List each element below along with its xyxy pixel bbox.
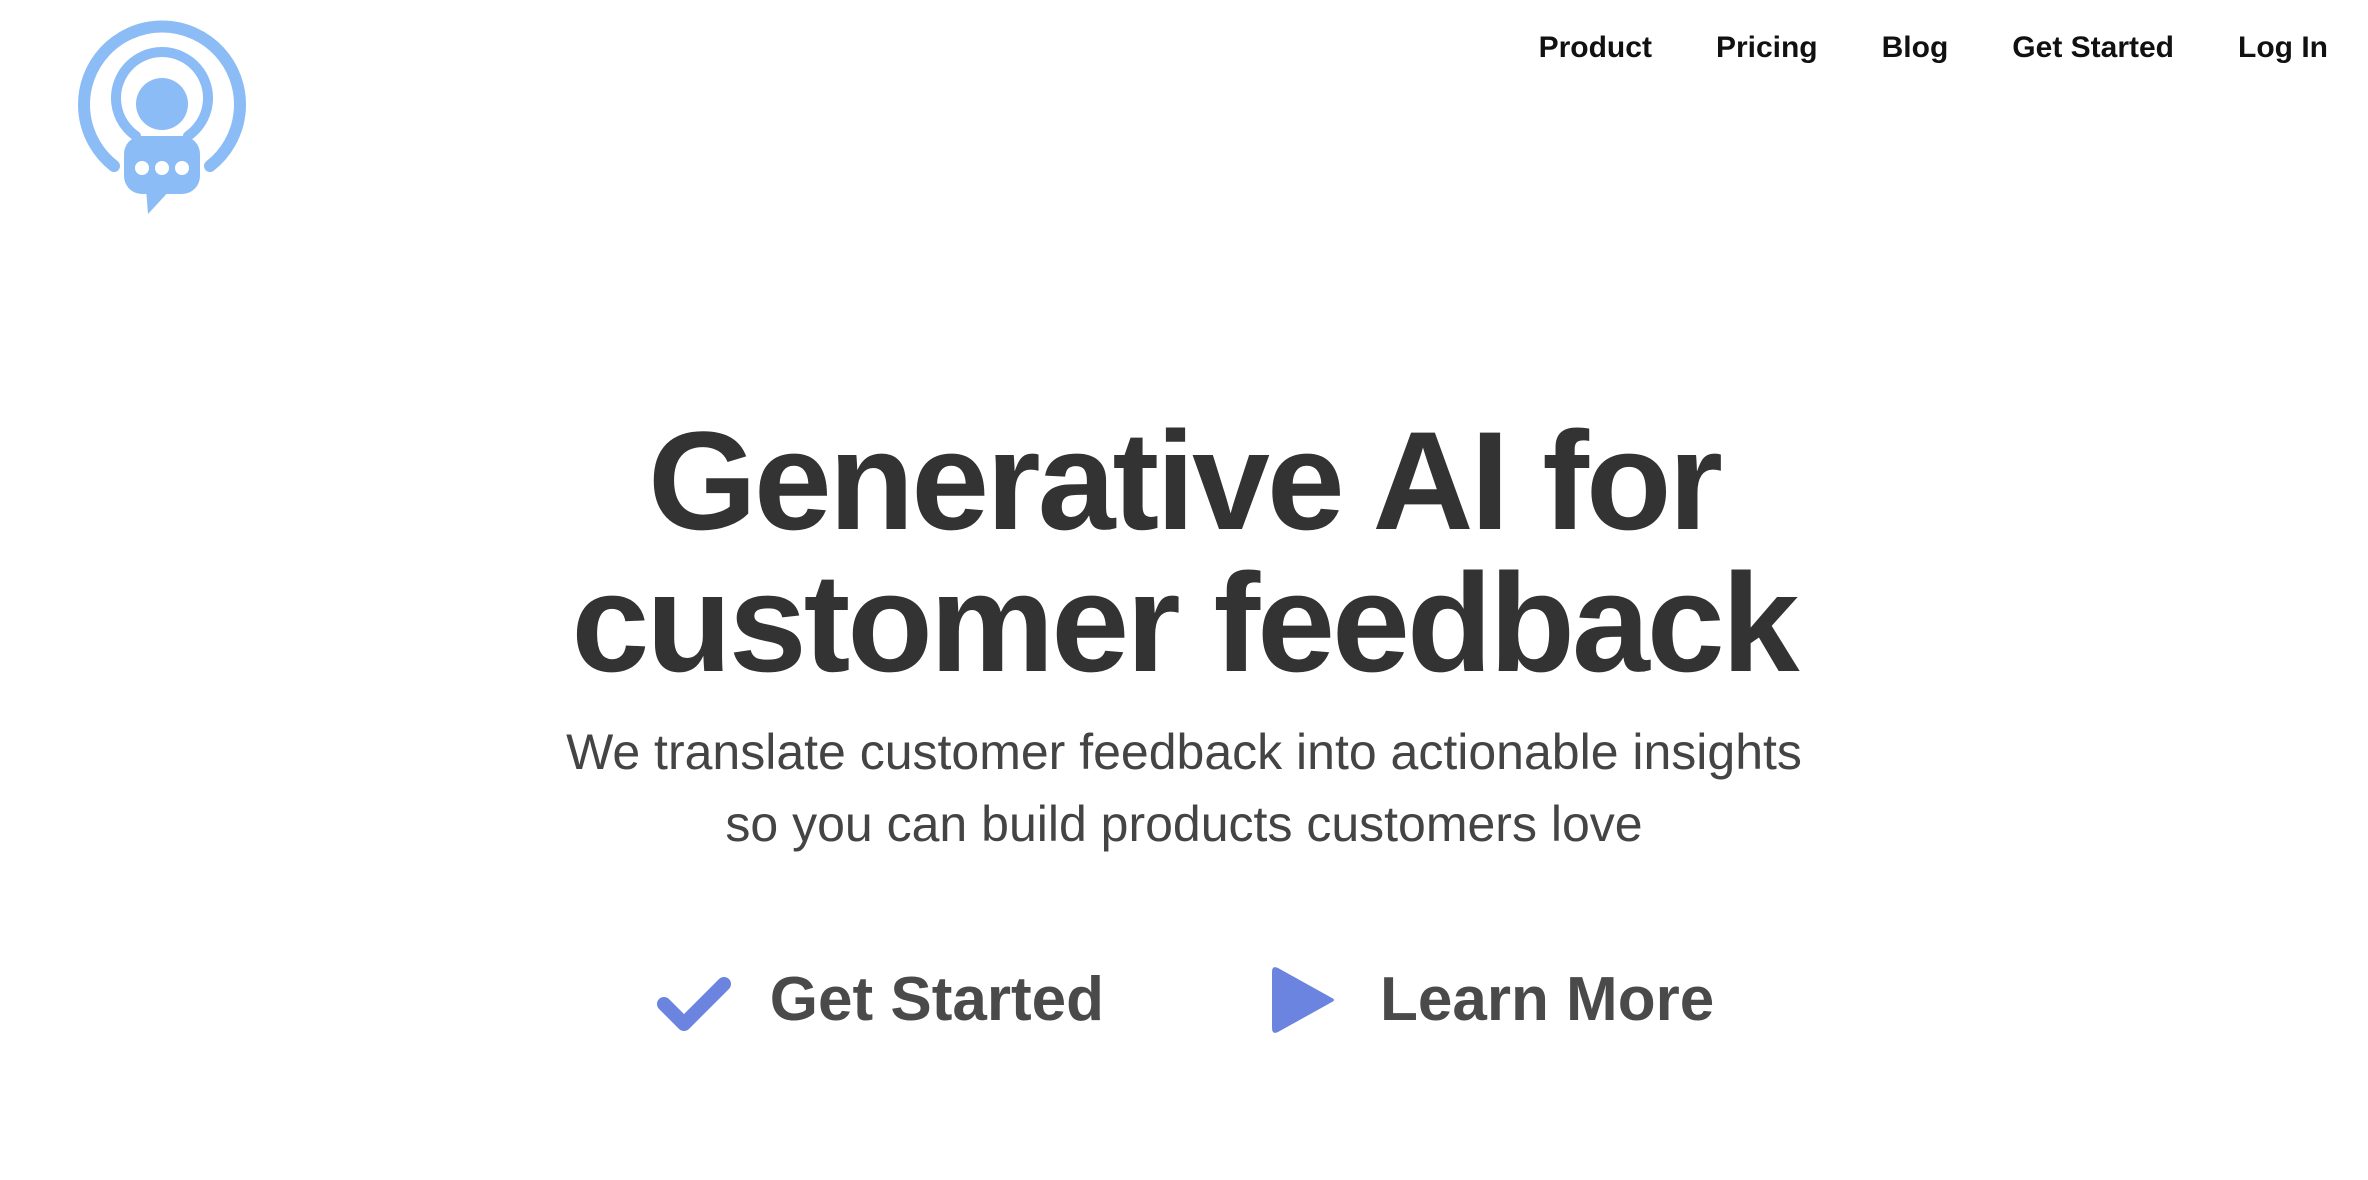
- play-icon: [1264, 960, 1344, 1040]
- get-started-button[interactable]: Get Started: [654, 960, 1104, 1040]
- hero-subtitle-line-2: so you can build products customers love: [725, 796, 1643, 852]
- learn-more-button[interactable]: Learn More: [1264, 960, 1714, 1040]
- hero-section: Generative AI for customer feedback We t…: [0, 410, 2368, 860]
- nav-item-get-started[interactable]: Get Started: [2012, 28, 2174, 68]
- hero-subtitle: We translate customer feedback into acti…: [0, 716, 2368, 860]
- hero-subtitle-line-1: We translate customer feedback into acti…: [566, 724, 1802, 780]
- nav-item-product[interactable]: Product: [1539, 28, 1652, 68]
- landing-page: Product Pricing Blog Get Started Log In …: [0, 0, 2368, 1180]
- logo[interactable]: [74, 18, 250, 218]
- nav-item-log-in[interactable]: Log In: [2238, 28, 2328, 68]
- nav-item-blog[interactable]: Blog: [1882, 28, 1949, 68]
- checkmark-icon: [654, 960, 734, 1040]
- hero-headline-line-2: customer feedback: [571, 544, 1799, 701]
- top-nav: Product Pricing Blog Get Started Log In: [1475, 28, 2328, 68]
- hero-headline-line-1: Generative AI for: [648, 402, 1723, 559]
- hero-headline: Generative AI for customer feedback: [0, 410, 2368, 694]
- podcast-person-chat-icon: [78, 20, 246, 214]
- cta-row: Get Started Learn More: [0, 960, 2368, 1040]
- get-started-label: Get Started: [769, 965, 1104, 1034]
- learn-more-label: Learn More: [1380, 965, 1715, 1034]
- nav-item-pricing[interactable]: Pricing: [1716, 28, 1818, 68]
